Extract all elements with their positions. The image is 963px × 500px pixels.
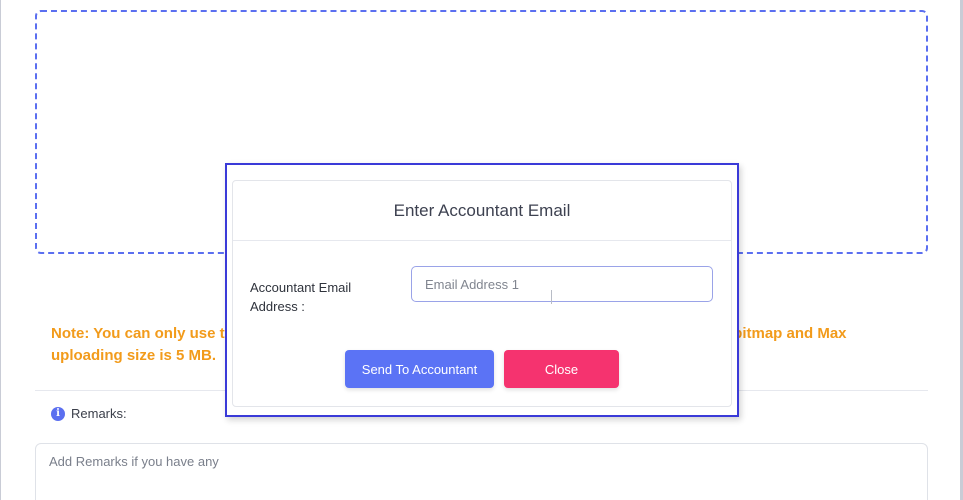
accountant-email-modal: Enter Accountant Email Accountant Email …	[225, 163, 739, 417]
close-button[interactable]: Close	[504, 350, 619, 388]
note-right-text: ,bitmap and Max	[729, 325, 847, 342]
note-left-text: Note: You can only use t	[51, 325, 225, 342]
send-to-accountant-button[interactable]: Send To Accountant	[345, 350, 494, 388]
page-left-border	[0, 0, 1, 500]
text-cursor	[551, 290, 552, 304]
page: Note: You can only use t ,bitmap and Max …	[0, 0, 963, 500]
remarks-placeholder: Add Remarks if you have any	[49, 454, 219, 469]
remarks-textarea[interactable]: Add Remarks if you have any	[35, 443, 928, 500]
modal-title: Enter Accountant Email	[233, 181, 731, 241]
modal-card: Enter Accountant Email Accountant Email …	[232, 180, 732, 407]
note-line2: uploading size is 5 MB.	[51, 347, 217, 364]
info-icon: i	[51, 406, 65, 421]
email-field-label: Accountant Email Address :	[250, 280, 352, 314]
remarks-header: i Remarks:	[51, 406, 127, 421]
accountant-email-input[interactable]	[411, 266, 713, 302]
remarks-label: Remarks:	[71, 406, 127, 421]
